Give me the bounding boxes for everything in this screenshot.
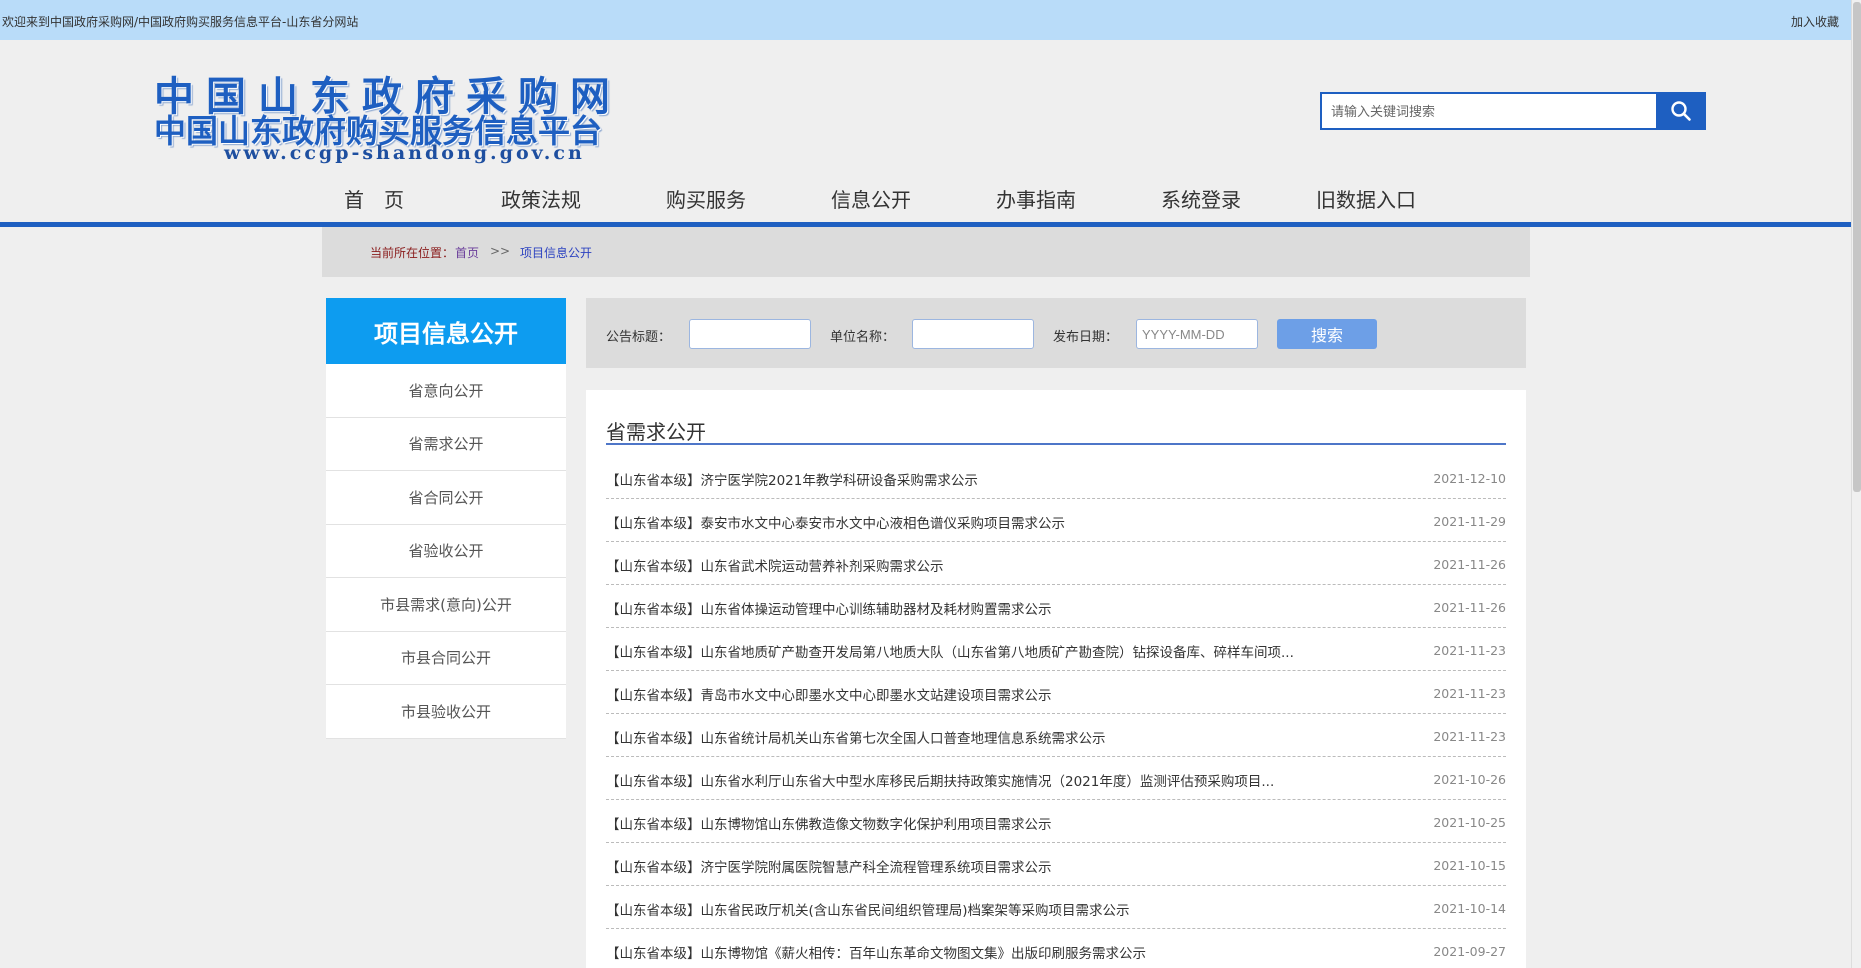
top-bar: 欢迎来到中国政府采购网/中国政府购买服务信息平台-山东省分网站 加入收藏 [0,0,1851,40]
unit-filter-input[interactable] [912,319,1034,349]
filter-search-button[interactable]: 搜索 [1277,319,1377,349]
title-filter-input[interactable] [689,319,811,349]
sidebar-item-city-demand[interactable]: 市县需求(意向)公开 [326,578,566,632]
list-item-date: 2021-10-26 [1433,772,1506,787]
list-item[interactable]: 【山东省本级】山东省地质矿产勘查开发局第八地质大队（山东省第八地质矿产勘查院）钻… [606,628,1506,671]
list-item-title[interactable]: 【山东省本级】山东博物馆山东佛教造像文物数字化保护利用项目需求公示 [606,813,1052,833]
list-item[interactable]: 【山东省本级】山东省民政厅机关(含山东省民间组织管理局)档案架等采购项目需求公示… [606,886,1506,929]
search-icon [1671,101,1691,121]
logo-url: www.ccgp-shandong.gov.cn [224,142,585,164]
breadcrumb-current[interactable]: 项目信息公开 [520,244,592,261]
list-item-title[interactable]: 【山东省本级】济宁医学院附属医院智慧产科全流程管理系统项目需求公示 [606,856,1052,876]
search-input[interactable] [1320,92,1658,130]
sidebar: 项目信息公开 省意向公开 省需求公开 省合同公开 省验收公开 市县需求(意向)公… [326,298,566,739]
scrollbar-thumb[interactable] [1853,2,1861,492]
sidebar-menu: 省意向公开 省需求公开 省合同公开 省验收公开 市县需求(意向)公开 市县合同公… [326,364,566,739]
search-button[interactable] [1656,92,1706,130]
list-item-date: 2021-11-26 [1433,557,1506,572]
list-item[interactable]: 【山东省本级】山东省水利厅山东省大中型水库移民后期扶持政策实施情况（2021年度… [606,757,1506,800]
list-item-date: 2021-09-27 [1433,944,1506,959]
breadcrumb-label: 当前所在位置： [370,246,455,260]
list-item[interactable]: 【山东省本级】青岛市水文中心即墨水文中心即墨水文站建设项目需求公示 2021-11… [606,671,1506,714]
page-scrollbar[interactable] [1851,0,1861,968]
section-divider [606,443,1506,445]
site-search [1320,92,1706,130]
list-item-date: 2021-10-15 [1433,858,1506,873]
main-nav: 首 页 政策法规 购买服务 信息公开 办事指南 系统登录 旧数据入口 [0,176,1851,227]
sidebar-item-city-contract[interactable]: 市县合同公开 [326,632,566,685]
list-item-title[interactable]: 【山东省本级】山东省地质矿产勘查开发局第八地质大队（山东省第八地质矿产勘查院）钻… [606,641,1294,661]
date-filter-input[interactable] [1136,319,1258,349]
nav-home[interactable]: 首 页 [344,184,404,213]
nav-login[interactable]: 系统登录 [1161,184,1241,213]
list-item[interactable]: 【山东省本级】山东省武术院运动营养补剂采购需求公示 2021-11-26 [606,542,1506,585]
list-item-title[interactable]: 【山东省本级】山东省统计局机关山东省第七次全国人口普查地理信息系统需求公示 [606,727,1106,747]
list-item-date: 2021-11-23 [1433,643,1506,658]
list-item-title[interactable]: 【山东省本级】济宁医学院2021年教学科研设备采购需求公示 [606,469,978,489]
sidebar-item-province-demand[interactable]: 省需求公开 [326,418,566,471]
site-logo[interactable]: 中国山东政府采购网 中国山东政府购买服务信息平台 www.ccgp-shando… [154,64,674,164]
nav-purchase-service[interactable]: 购买服务 [666,184,746,213]
nav-policy[interactable]: 政策法规 [501,184,581,213]
list-item[interactable]: 【山东省本级】泰安市水文中心泰安市水文中心液相色谱仪采购项目需求公示 2021-1… [606,499,1506,542]
list-item[interactable]: 【山东省本级】济宁医学院附属医院智慧产科全流程管理系统项目需求公示 2021-10… [606,843,1506,886]
list-item-title[interactable]: 【山东省本级】山东省武术院运动营养补剂采购需求公示 [606,555,944,575]
nav-old-data[interactable]: 旧数据入口 [1316,184,1416,213]
list-item-title[interactable]: 【山东省本级】青岛市水文中心即墨水文中心即墨水文站建设项目需求公示 [606,684,1052,704]
title-filter-label: 公告标题： [606,330,672,345]
welcome-text: 欢迎来到中国政府采购网/中国政府购买服务信息平台-山东省分网站 [2,15,359,29]
sidebar-item-city-acceptance[interactable]: 市县验收公开 [326,685,566,739]
list-item-title[interactable]: 【山东省本级】山东省水利厅山东省大中型水库移民后期扶持政策实施情况（2021年度… [606,770,1274,790]
list-item-date: 2021-10-14 [1433,901,1506,916]
list-item-title[interactable]: 【山东省本级】山东省体操运动管理中心训练辅助器材及耗材购置需求公示 [606,598,1052,618]
breadcrumb: 当前所在位置： 首页 >> 项目信息公开 [322,227,1530,277]
date-filter-label: 发布日期： [1053,330,1119,345]
breadcrumb-home[interactable]: 首页 [455,244,479,261]
sidebar-item-province-contract[interactable]: 省合同公开 [326,471,566,525]
unit-filter-label: 单位名称： [830,330,896,345]
list-item-date: 2021-11-29 [1433,514,1506,529]
list-item-date: 2021-11-23 [1433,686,1506,701]
list-item-date: 2021-10-25 [1433,815,1506,830]
list-item[interactable]: 【山东省本级】济宁医学院2021年教学科研设备采购需求公示 2021-12-10 [606,456,1506,499]
list-item-title[interactable]: 【山东省本级】泰安市水文中心泰安市水文中心液相色谱仪采购项目需求公示 [606,512,1065,532]
list-item-date: 2021-11-23 [1433,729,1506,744]
breadcrumb-separator: >> [490,244,511,258]
add-favorite-link[interactable]: 加入收藏 [1791,13,1839,30]
sidebar-item-province-intent[interactable]: 省意向公开 [326,364,566,418]
list-item[interactable]: 【山东省本级】山东省体操运动管理中心训练辅助器材及耗材购置需求公示 2021-11… [606,585,1506,628]
list-item[interactable]: 【山东省本级】山东博物馆《薪火相传：百年山东革命文物图文集》出版印刷服务需求公示… [606,929,1506,968]
notice-list: 【山东省本级】济宁医学院2021年教学科研设备采购需求公示 2021-12-10 … [606,456,1506,968]
sidebar-title: 项目信息公开 [326,298,566,364]
filter-bar: 公告标题： 单位名称： 发布日期： 搜索 [586,298,1526,368]
list-item-date: 2021-12-10 [1433,471,1506,486]
nav-guide[interactable]: 办事指南 [996,184,1076,213]
list-item[interactable]: 【山东省本级】山东省统计局机关山东省第七次全国人口普查地理信息系统需求公示 202… [606,714,1506,757]
nav-info-public[interactable]: 信息公开 [831,184,911,213]
list-item[interactable]: 【山东省本级】山东博物馆山东佛教造像文物数字化保护利用项目需求公示 2021-10… [606,800,1506,843]
list-item-title[interactable]: 【山东省本级】山东省民政厅机关(含山东省民间组织管理局)档案架等采购项目需求公示 [606,899,1130,919]
notice-list-panel: 省需求公开 【山东省本级】济宁医学院2021年教学科研设备采购需求公示 2021-… [586,390,1526,968]
list-item-title[interactable]: 【山东省本级】山东博物馆《薪火相传：百年山东革命文物图文集》出版印刷服务需求公示 [606,942,1146,962]
list-item-date: 2021-11-26 [1433,600,1506,615]
sidebar-item-province-acceptance[interactable]: 省验收公开 [326,525,566,578]
section-title: 省需求公开 [606,420,706,444]
